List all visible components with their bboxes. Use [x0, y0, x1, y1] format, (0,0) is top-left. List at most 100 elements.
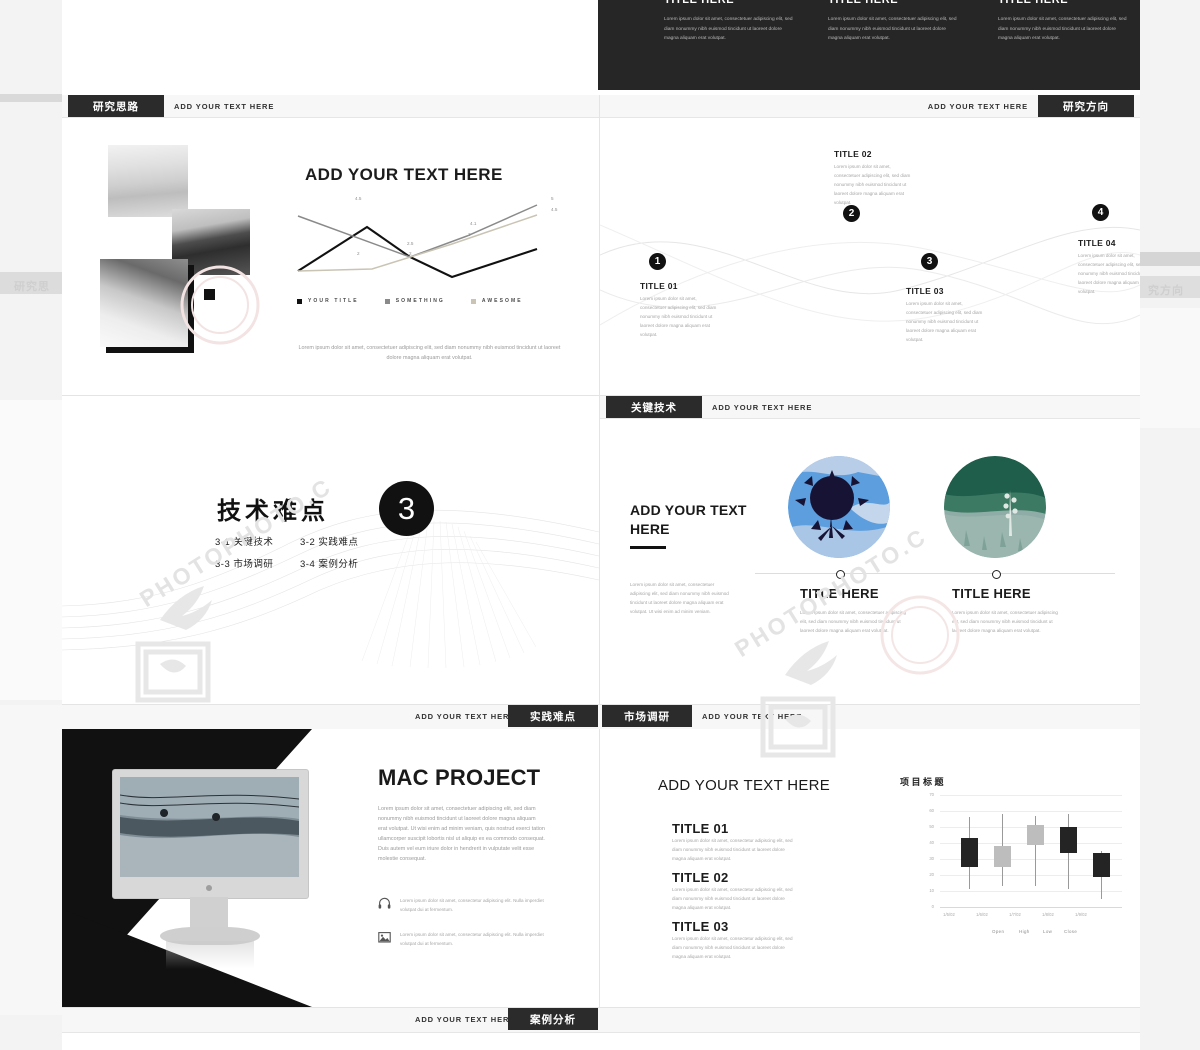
- tab-case-analysis[interactable]: 案例分析: [508, 1008, 598, 1030]
- slide-case-chart[interactable]: ADD YOUR TEXT HERE TITLE 01 Lorem ipsum …: [600, 729, 1140, 1008]
- tab-key-technology[interactable]: 关键技术: [606, 396, 702, 418]
- tab-research-direction[interactable]: 研究方向: [1038, 95, 1134, 117]
- dark-col-3-title: TITLE HERE: [998, 0, 1069, 6]
- candlestick-plot: 70 60 50 40 30 20 10 0: [922, 792, 1122, 909]
- bottom-tabbar: ADD YOUR TEXT HERE 案例分析: [62, 1008, 1140, 1033]
- slide3-sub-4[interactable]: 3-4 案例分析: [300, 556, 358, 570]
- step-title-2: TITLE 02: [834, 149, 872, 159]
- legend-swatch-icon-0: [297, 298, 302, 304]
- slide6-item-body-1: Lorem ipsum dolor sit amet, consectetur …: [672, 838, 793, 861]
- slide3-sub-3[interactable]: 3-3 市场调研: [215, 556, 273, 570]
- legend-label-0: YOUR TITLE: [308, 298, 359, 304]
- step-number-1: 1: [649, 253, 666, 270]
- card-marker-icon-2: [992, 570, 1001, 579]
- card-divider-rule: [755, 573, 1115, 574]
- slide-top-dark[interactable]: TITLE HERE Lorem ipsum dolor sit amet, c…: [598, 0, 1140, 90]
- chart-label-4-5-left: 4.5: [355, 196, 362, 201]
- bottom-left-text: ADD YOUR TEXT HERE: [415, 1014, 516, 1024]
- tab-market-research[interactable]: 市场调研: [602, 705, 692, 727]
- slide1-caption: Lorem ipsum dolor sit amet, consectetuer…: [298, 345, 561, 361]
- slide4-heading-underline: [630, 546, 666, 549]
- legend-label-1: SOMETHING: [395, 298, 445, 304]
- card-body-1: Lorem ipsum dolor sit amet, consectetuer…: [800, 610, 906, 633]
- card-title-2: TITLE HERE: [952, 586, 1031, 601]
- candle-body-2: [994, 846, 1011, 867]
- mac-feature-text-1: Lorem ipsum dolor sit amet, consectetur …: [400, 898, 544, 912]
- candle-body-4: [1060, 827, 1077, 853]
- slide3-sub-1[interactable]: 3-1 关键技术: [215, 534, 273, 548]
- photo-mountain-1: [108, 145, 188, 217]
- imac-neck: [190, 897, 228, 931]
- ghost-tab-strip: [0, 94, 62, 102]
- step-body-3: Lorem ipsum dolor sit amet, consectetuer…: [906, 301, 983, 342]
- chart-label-3: 3: [468, 232, 471, 237]
- tab-research-approach[interactable]: 研究思路: [68, 95, 164, 117]
- imac-screen: [119, 777, 300, 877]
- slide-research-approach[interactable]: 研究思路 ADD YOUR TEXT HERE ADD YOUR TEXT HE…: [62, 95, 600, 396]
- step-body-4: Lorem ipsum dolor sit amet, consectetuer…: [1078, 253, 1140, 294]
- step-title-4: TITLE 04: [1078, 238, 1116, 248]
- slide-key-technology[interactable]: 关键技术 ADD YOUR TEXT HERE ADD YOUR TEXT HE…: [600, 396, 1140, 705]
- ytick-40: 40: [929, 840, 934, 845]
- headphones-icon: [378, 897, 391, 910]
- imac-logo-icon: [206, 885, 212, 891]
- ytick-50: 50: [929, 824, 934, 829]
- fan-decoration: [62, 509, 599, 669]
- chart-label-4-1: 4.1: [470, 221, 477, 226]
- ghost-slide-left-2: [0, 400, 62, 700]
- chart-label-2-left: 2: [357, 251, 360, 256]
- candle-body-1: [961, 838, 978, 867]
- slide3-sub-2[interactable]: 3-2 实践难点: [300, 534, 358, 548]
- candlestick-title: 项目标题: [900, 777, 947, 787]
- dark-col-2-body: Lorem ipsum dolor sit amet, consectetuer…: [828, 17, 957, 42]
- slide6-heading: ADD YOUR TEXT HERE: [658, 777, 831, 794]
- legend-swatch-icon-2: [470, 298, 476, 304]
- accent-square: [204, 289, 215, 300]
- dark-col-2: TITLE HERE Lorem ipsum dolor sit amet, c…: [828, 0, 958, 44]
- slide-technical-difficulties[interactable]: 技术难点 3-1 关键技术 3-2 实践难点 3-3 市场调研 3-4 案例分析…: [62, 396, 600, 705]
- card-title-1: TITLE HERE: [800, 586, 879, 601]
- dark-col-1: TITLE HERE Lorem ipsum dolor sit amet, c…: [664, 0, 794, 44]
- slide3-section-number: 3: [379, 481, 434, 536]
- dark-col-2-title: TITLE HERE: [828, 0, 899, 6]
- slide6-item-body-2: Lorem ipsum dolor sit amet, consectetur …: [672, 887, 793, 910]
- ghost-slide-left-3: [0, 705, 62, 1015]
- slide6-item-title-3: TITLE 03: [672, 919, 729, 934]
- step-number-4: 4: [1092, 204, 1109, 221]
- mac-project-body: Lorem ipsum dolor sit amet, consectetuer…: [378, 806, 545, 862]
- candle-body-5: [1093, 852, 1110, 877]
- slide3-title: 技术难点: [217, 498, 329, 525]
- photo-mountain-3: [100, 259, 188, 347]
- slide-deck: TITLE HERE Lorem ipsum dolor sit amet, c…: [62, 0, 1140, 1050]
- imac-reflection: [166, 941, 254, 969]
- slide6-item-title-2: TITLE 02: [672, 870, 729, 885]
- slide-mac-project[interactable]: MAC PROJECT Lorem ipsum dolor sit amet, …: [62, 729, 600, 1008]
- right-gutter: 究方向: [1140, 0, 1200, 1050]
- tab-practical-difficulties[interactable]: 实践难点: [508, 705, 598, 727]
- image-icon: [378, 931, 391, 944]
- slide-research-direction[interactable]: 研究方向 ADD YOUR TEXT HERE 2 TITLE 02 Lorem…: [600, 95, 1140, 396]
- legend-label-2: AWESOME: [481, 298, 523, 304]
- circle-image-field-art: [944, 456, 1046, 558]
- step-number-3: 3: [921, 253, 938, 270]
- legend-item-0: YOUR TITLE: [297, 298, 359, 304]
- chart-label-2-5: 2.5: [407, 241, 414, 246]
- legend-open: Open: [992, 929, 1005, 934]
- ytick-10: 10: [929, 888, 934, 893]
- ytick-20: 20: [929, 872, 934, 877]
- chart-legend: YOUR TITLE SOMETHING AWESOME: [297, 298, 549, 304]
- legend-high: High: [1019, 929, 1030, 934]
- dark-col-3: TITLE HERE Lorem ipsum dolor sit amet, c…: [998, 0, 1128, 44]
- legend-item-2: AWESOME: [470, 298, 523, 304]
- ghost-slide-right-top: [1140, 252, 1200, 266]
- circle-image-tree-art: [788, 456, 890, 558]
- dark-col-1-title: TITLE HERE: [664, 0, 735, 6]
- card-marker-icon-1: [836, 570, 845, 579]
- xtick-4: 1/9/02: [1075, 912, 1087, 917]
- slide4-heading-line2: HERE: [630, 520, 670, 537]
- ytick-60: 60: [929, 808, 934, 813]
- dark-col-1-body: Lorem ipsum dolor sit amet, consectetuer…: [664, 17, 793, 42]
- left-gutter: 研究思: [0, 0, 62, 1050]
- step-title-3: TITLE 03: [906, 286, 944, 296]
- ghost-slide-right-2: [1140, 308, 1200, 428]
